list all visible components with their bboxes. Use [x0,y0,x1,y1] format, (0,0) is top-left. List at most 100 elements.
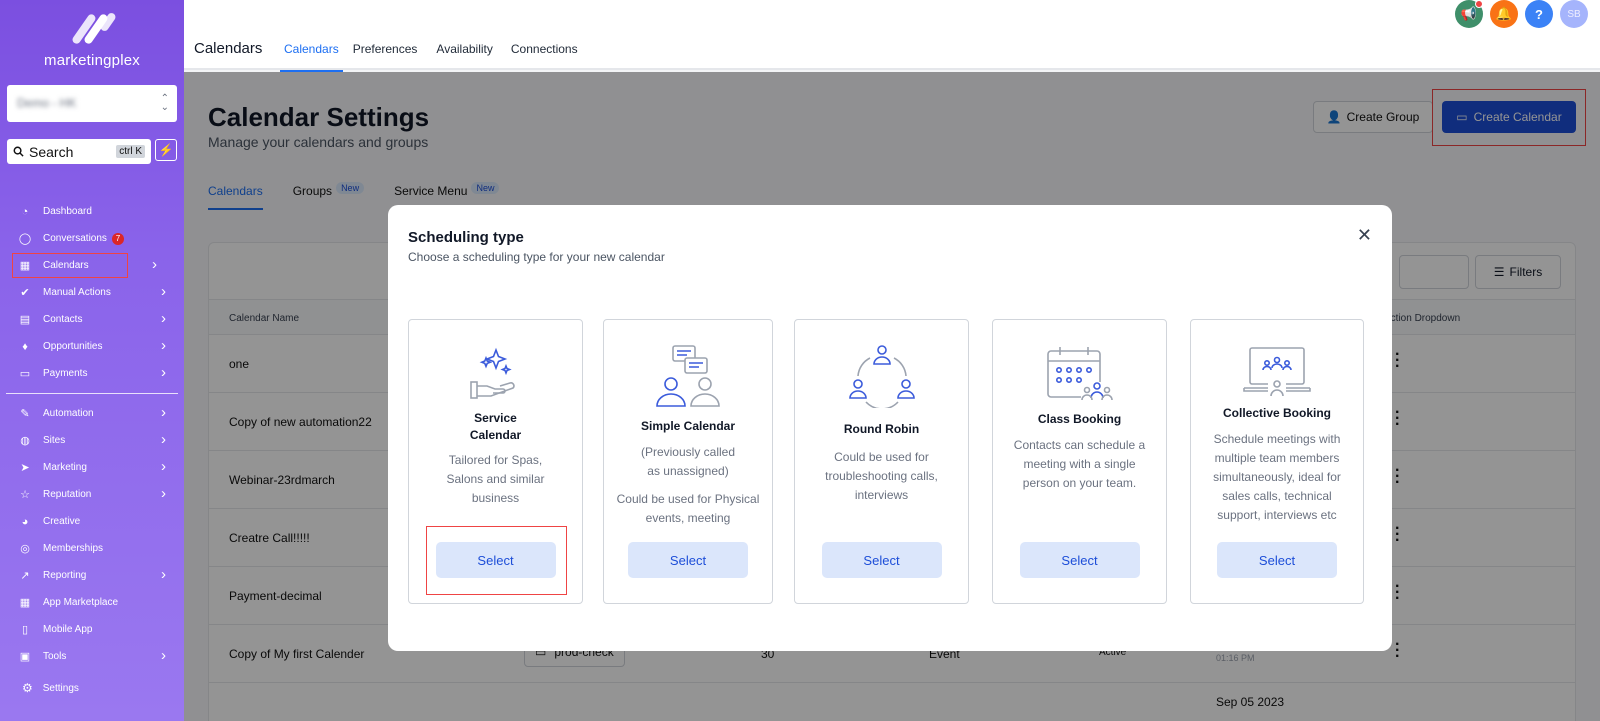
sidebar-item-label: Calendars [43,260,89,271]
gear-icon: ⚙ [22,681,33,695]
chevron-right-icon: › [161,566,166,583]
sidebar-item-app-marketplace[interactable]: ▦ App Marketplace [0,589,184,616]
tab-calendars[interactable]: Calendars [280,42,343,72]
sidebar-item-label: Memberships [43,543,104,554]
option-class-booking[interactable]: Class Booking Contacts can schedule a me… [992,319,1167,604]
sidebar-item-reporting[interactable]: ↗ Reporting › [0,562,184,589]
sidebar-item-memberships[interactable]: ◎ Memberships [0,535,184,562]
chevron-right-icon: › [161,647,166,664]
chevron-right-icon: › [161,364,166,381]
tab-connections[interactable]: Connections [511,42,578,72]
close-icon[interactable]: ✕ [1357,225,1372,246]
option-name: Round Robin [843,422,920,436]
sidebar-item-dashboard[interactable]: ◔ Dashboard [0,198,184,225]
question-icon: ? [1535,6,1543,22]
option-round-robin[interactable]: Round Robin Could be used for troublesho… [794,319,969,604]
sidebar-item-settings[interactable]: ⚙ Settings [22,681,79,695]
modal-subtitle: Choose a scheduling type for your new ca… [408,250,665,264]
sidebar-item-creative[interactable]: ◕ Creative [0,508,184,535]
sidebar-item-opportunities[interactable]: ♦ Opportunities › [0,333,184,360]
option-collective-booking[interactable]: Collective Booking Schedule meetings wit… [1190,319,1364,604]
sidebar-item-label: Contacts [43,314,83,325]
sidebar-item-label: Creative [43,516,81,527]
option-simple-calendar[interactable]: Simple Calendar (Previously called as un… [603,319,773,604]
sidebar-item-label: Reputation [43,489,92,500]
sidebar-item-automation[interactable]: ✎ Automation › [0,400,184,427]
sidebar-item-conversations[interactable]: ◯ Conversations 7 [0,225,184,252]
palette-icon: ◕ [21,515,29,528]
sidebar-item-mobile-app[interactable]: ▯ Mobile App [0,616,184,643]
check-circle-icon: ✔ [20,287,30,299]
sidebar-item-label: Manual Actions [43,287,111,298]
star-icon: ☆ [20,489,30,501]
select-collective-booking-button[interactable]: Select [1217,542,1337,578]
notifications-button[interactable]: 🔔 [1490,0,1518,28]
select-service-calendar-button[interactable]: Select [435,542,556,578]
tab-preferences[interactable]: Preferences [353,42,418,72]
wand-icon: ✎ [20,408,30,420]
sidebar-item-reputation[interactable]: ☆ Reputation › [0,481,184,508]
chevron-right-icon: › [161,485,166,502]
bell-icon: 🔔 [1495,6,1513,21]
megaphone-icon: 📢 [1460,6,1478,21]
sidebar-item-contacts[interactable]: ▤ Contacts › [0,306,184,333]
phone-icon: ▯ [21,624,29,636]
select-simple-calendar-button[interactable]: Select [628,542,748,578]
sidebar-item-label: Settings [42,682,79,694]
laptop-group-icon [1191,346,1363,396]
notification-dot [1475,0,1483,8]
quick-action-button[interactable]: ⚡ [155,139,177,161]
sidebar-search[interactable]: Search ctrl K [7,139,151,164]
sidebar-item-label: Tools [43,651,67,662]
send-icon: ➤ [20,462,30,474]
search-shortcut: ctrl K [116,145,145,158]
select-round-robin-button[interactable]: Select [821,542,942,578]
sidebar-item-label: Automation [43,408,94,419]
chevron-right-icon: › [161,404,166,421]
modal-title: Scheduling type [408,229,524,246]
sidebar-item-label: Reporting [43,570,87,581]
page-section-title: Calendars [194,40,263,57]
account-switcher[interactable]: Demo - HK ⌃ ⌄ [7,85,177,122]
toolbox-icon: ▣ [19,651,31,663]
sidebar: marketingplex Demo - HK ⌃ ⌄ Search ctrl K… [0,0,184,721]
sidebar-item-payments[interactable]: ▭ Payments › [0,360,184,387]
sidebar-divider [6,393,178,394]
logo-mark-icon [70,11,118,46]
logo[interactable]: marketingplex [0,11,184,69]
card-icon: ▭ [19,368,31,380]
sidebar-item-label: Dashboard [43,206,92,217]
chevron-right-icon: › [161,310,166,327]
sidebar-item-label: Marketing [43,462,87,473]
funnel-icon: ♦ [22,340,28,353]
option-description: Contacts can schedule a meeting with a s… [1013,438,1146,490]
help-button[interactable]: ? [1525,0,1553,28]
sidebar-item-tools[interactable]: ▣ Tools › [0,643,184,670]
option-service-calendar[interactable]: Service Calendar Tailored for Spas, Salo… [408,319,583,604]
grid-icon: ▦ [19,597,31,609]
top-tabs: Calendars Preferences Availability Conne… [280,42,578,72]
announcement-button[interactable]: 📢 [1455,0,1483,28]
option-description: Schedule meetings with multiple team mem… [1213,432,1341,522]
chart-icon: ↗ [20,570,30,582]
select-class-booking-button[interactable]: Select [1019,542,1140,578]
option-name: Simple Calendar [640,419,736,433]
sidebar-item-marketing[interactable]: ➤ Marketing › [0,454,184,481]
option-description: Could be used for Physical events, meeti… [616,492,760,525]
tab-availability[interactable]: Availability [436,42,492,72]
sidebar-item-calendars[interactable]: ▦ Calendars › [11,252,157,279]
chevron-right-icon: › [152,256,157,273]
chevron-right-icon: › [161,458,166,475]
sidebar-item-sites[interactable]: ◍ Sites › [0,427,184,454]
unread-count-badge: 7 [111,232,124,245]
avatar[interactable]: SB [1560,0,1588,28]
bolt-icon: ⚡ [158,143,174,157]
sidebar-item-manual-actions[interactable]: ✔ Manual Actions › [0,279,184,306]
sidebar-nav: ◔ Dashboard ◯ Conversations 7 ▦ Calendars › ✔ Man… [0,198,184,670]
sidebar-item-label: Conversations [43,233,107,244]
sidebar-item-label: Payments [43,368,88,379]
calendar-icon: ▦ [19,260,31,272]
option-name: Service Calendar [469,411,522,442]
sidebar-item-label: Opportunities [43,341,103,352]
account-name: Demo - HK [17,96,77,110]
